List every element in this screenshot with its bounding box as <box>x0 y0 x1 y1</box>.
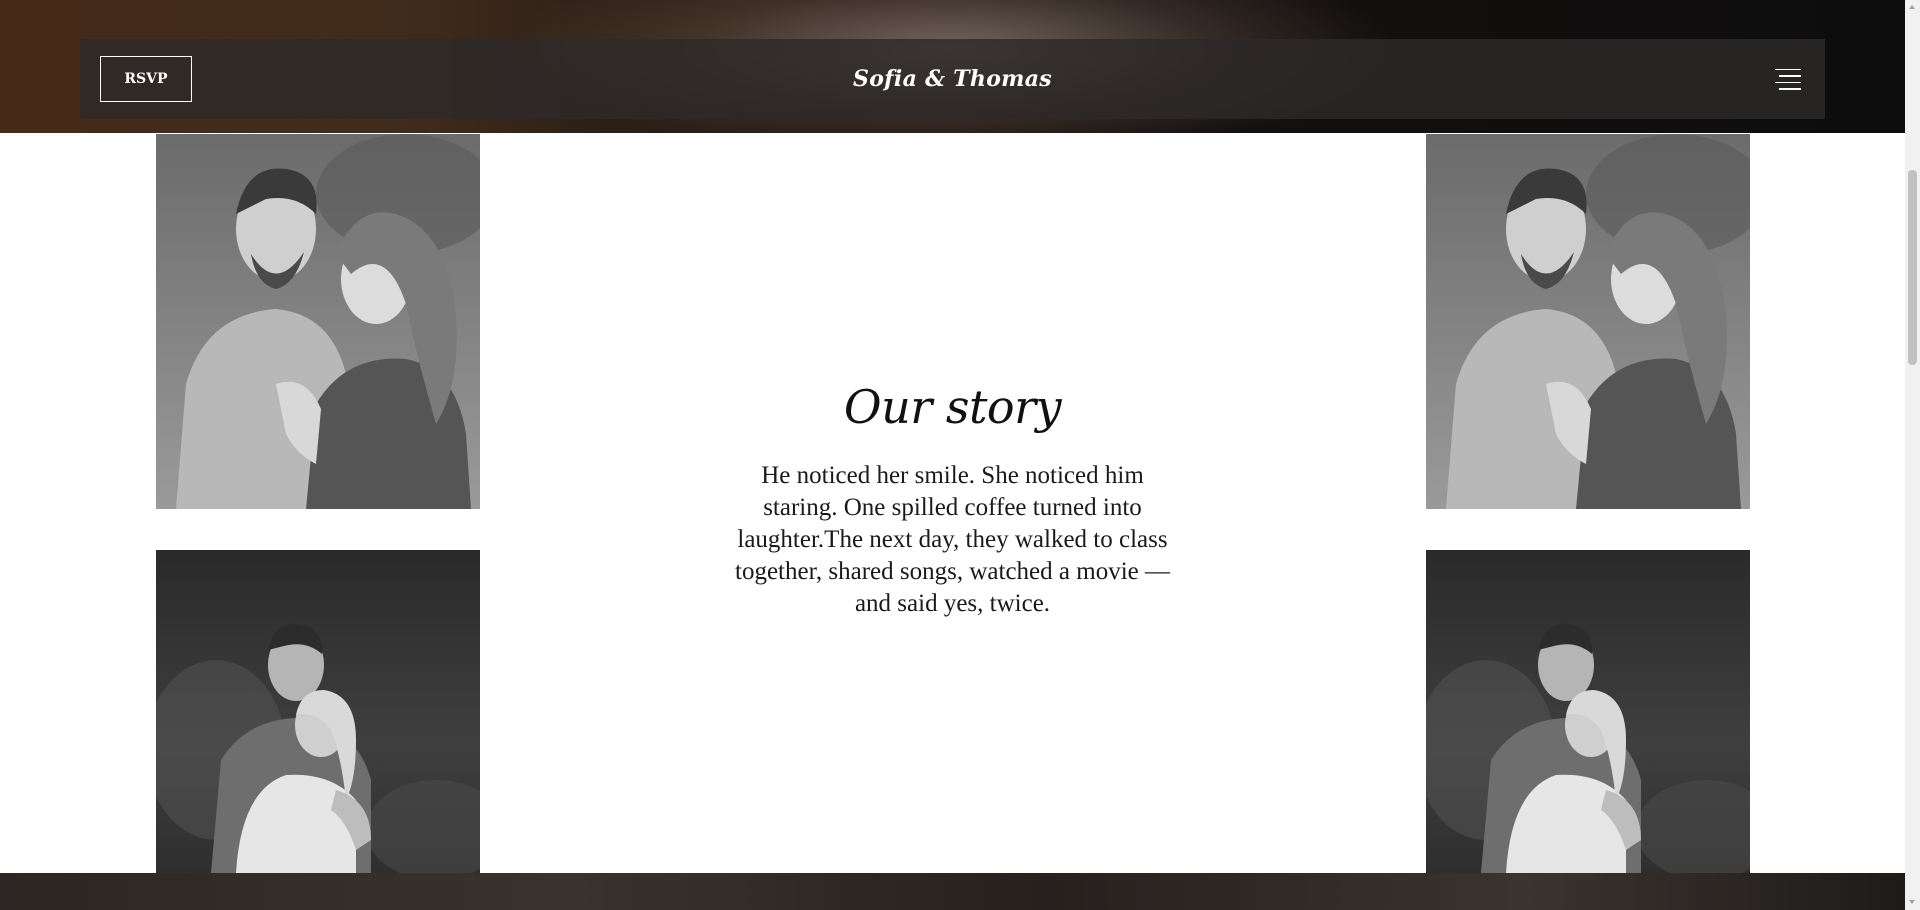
menu-line <box>1779 75 1801 77</box>
menu-line <box>1775 68 1801 70</box>
menu-line <box>1775 81 1801 83</box>
scroll-down-arrow-icon[interactable] <box>1905 895 1920 910</box>
couple-laughing-photo <box>1426 134 1750 509</box>
couple-embrace-photo <box>156 550 480 873</box>
story-text: He noticed her smile. She noticed him st… <box>735 462 1170 617</box>
menu-line <box>1779 88 1801 90</box>
hamburger-menu-icon[interactable] <box>1761 59 1801 99</box>
scroll-thumb[interactable] <box>1908 170 1917 365</box>
story-title: Our story <box>843 380 1062 434</box>
top-navbar: RSVP Sofia & Thomas <box>80 39 1825 119</box>
page-scrollbar[interactable] <box>1905 0 1920 910</box>
our-story-section: Our story He noticed her smile. She noti… <box>700 380 1205 620</box>
brand-title[interactable]: Sofia & Thomas <box>853 66 1052 92</box>
scroll-up-arrow-icon[interactable] <box>1905 0 1920 15</box>
couple-embrace-photo <box>1426 550 1750 873</box>
rsvp-button[interactable]: RSVP <box>100 56 192 102</box>
couple-laughing-photo <box>156 134 480 509</box>
next-section-preview <box>0 873 1905 910</box>
